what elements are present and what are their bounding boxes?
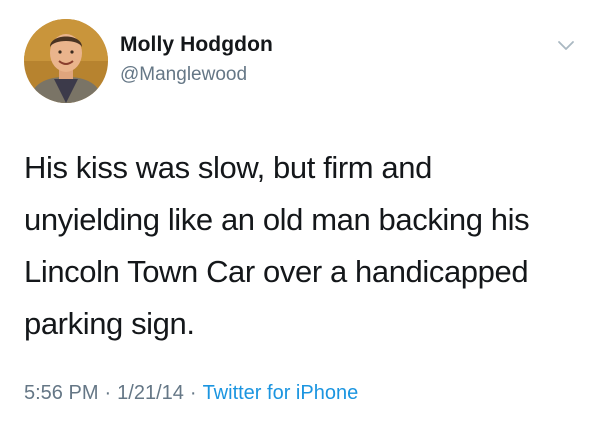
author-handle[interactable]: @Manglewood bbox=[120, 64, 247, 86]
author-display-name[interactable]: Molly Hodgdon bbox=[120, 33, 273, 57]
tweet-time[interactable]: 5:56 PM bbox=[24, 382, 98, 404]
meta-separator: · bbox=[104, 382, 112, 404]
avatar-photo-icon bbox=[24, 19, 108, 103]
tweet-date[interactable]: 1/21/14 bbox=[117, 382, 184, 404]
tweet-text-line: parking sign. bbox=[24, 306, 195, 341]
chevron-down-icon[interactable] bbox=[556, 38, 576, 54]
avatar[interactable] bbox=[24, 19, 108, 103]
tweet-metadata: 5:56 PM · 1/21/14 · Twitter for iPhone bbox=[24, 382, 358, 405]
tweet-text-line: unyielding like an old man backing his bbox=[24, 202, 530, 237]
tweet-card: Molly Hodgdon @Manglewood His kiss was s… bbox=[0, 0, 600, 436]
meta-separator: · bbox=[189, 382, 197, 404]
tweet-text: His kiss was slow, but firm and unyieldi… bbox=[24, 142, 584, 350]
tweet-text-line: Lincoln Town Car over a handicapped bbox=[24, 254, 529, 289]
tweet-source-link[interactable]: Twitter for iPhone bbox=[203, 382, 359, 404]
tweet-text-line: His kiss was slow, but firm and bbox=[24, 150, 432, 185]
